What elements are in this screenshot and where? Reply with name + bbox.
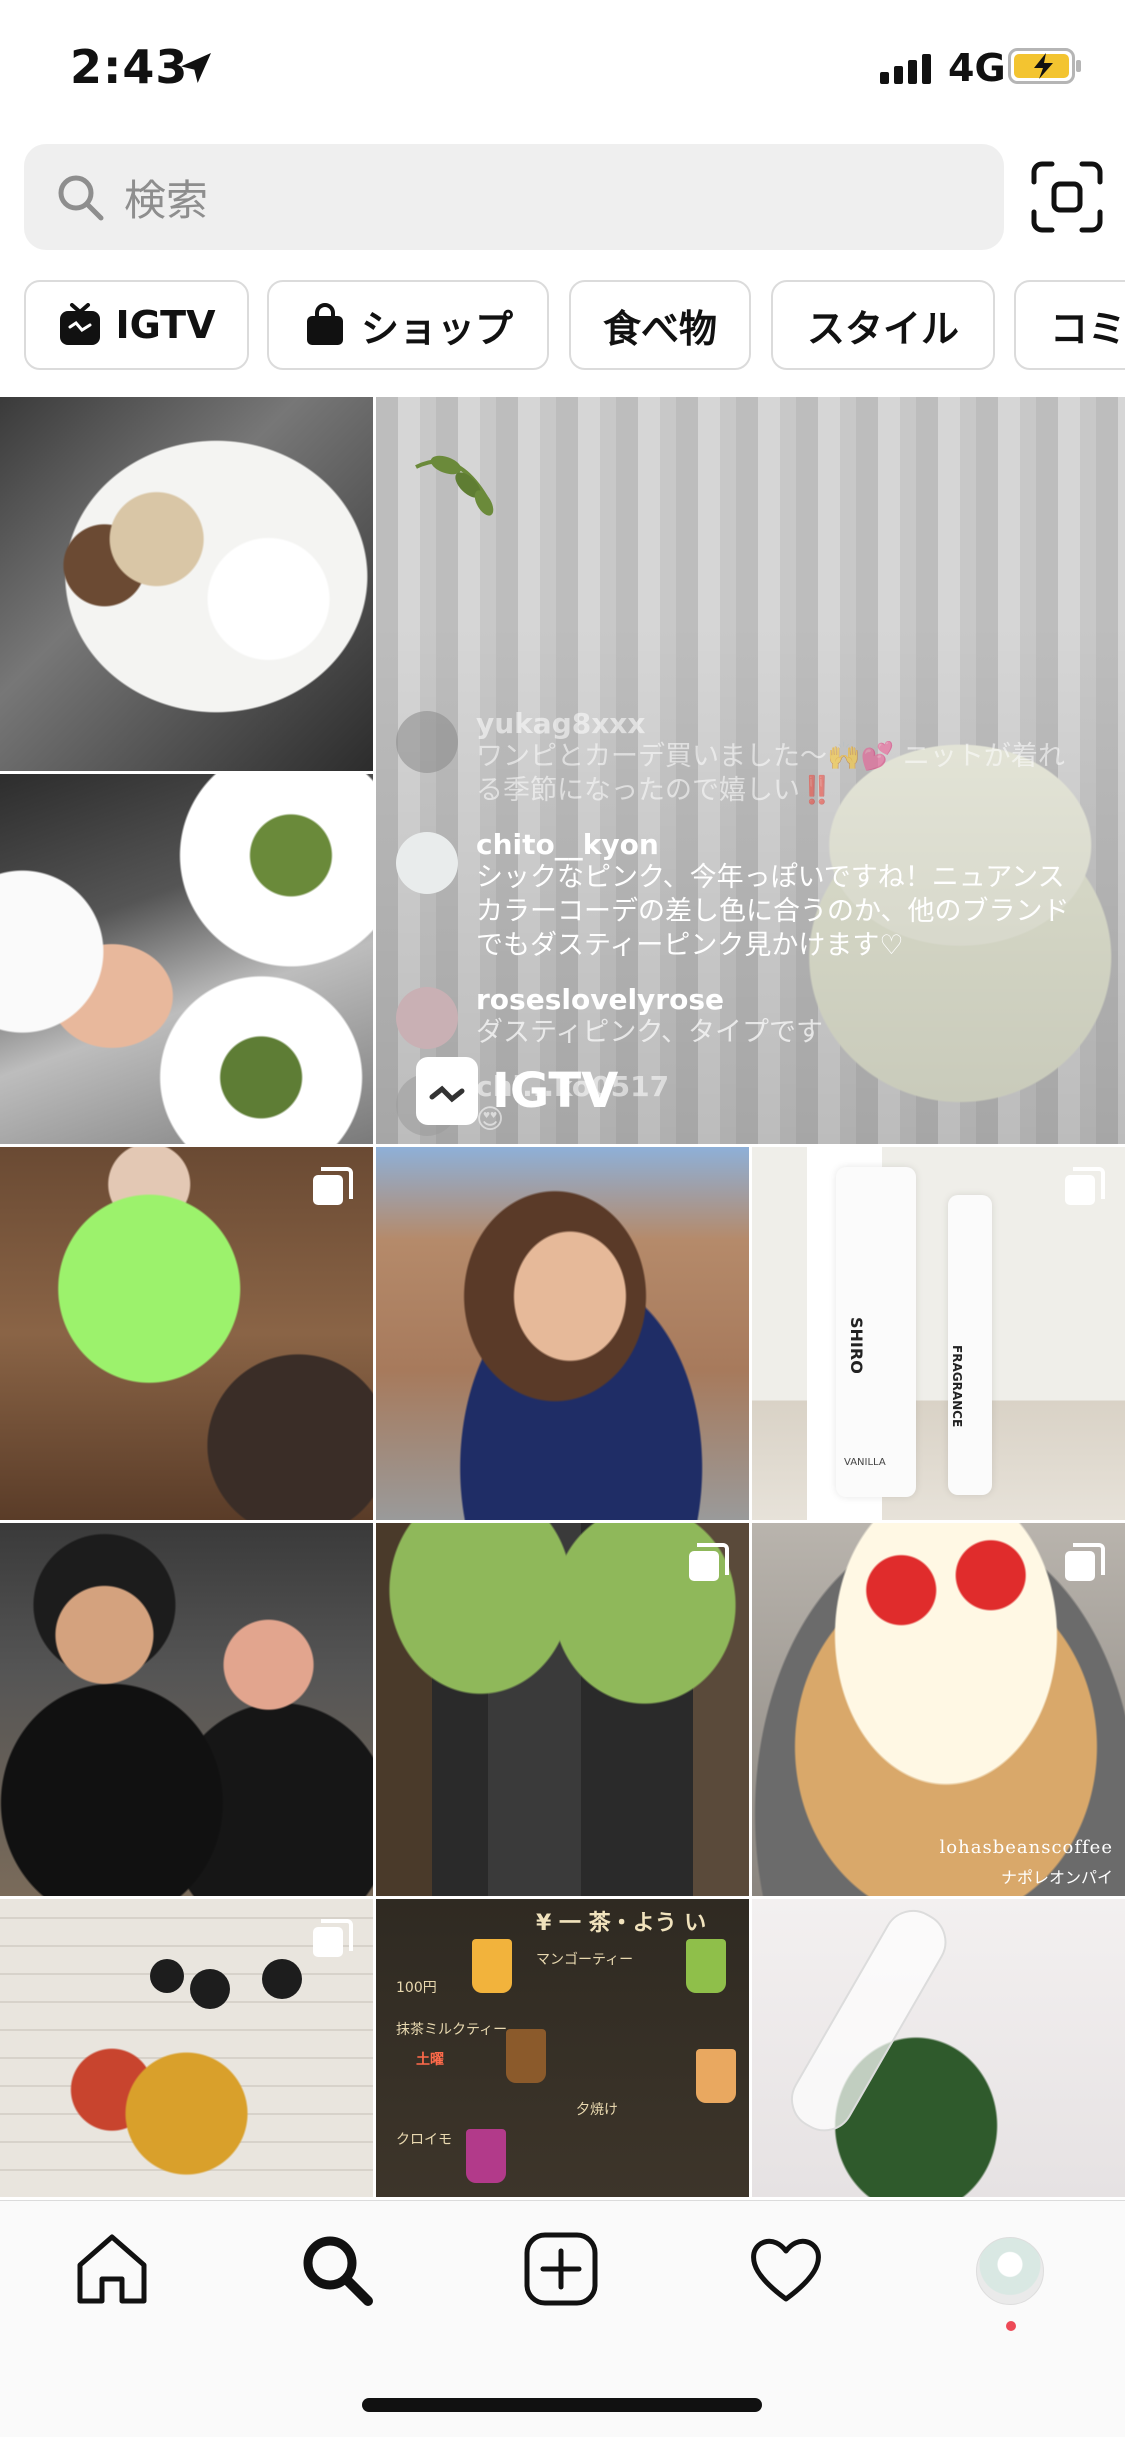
comment-row: yukag8xxx ワンピとカーデ買いました〜🙌💕 ニットが着れる季節になったの… — [396, 707, 1076, 808]
chip-style[interactable]: スタイル — [771, 280, 995, 370]
menu-item: 抹茶ミルクティー — [396, 2022, 508, 2038]
watermark-text: lohasbeanscoffee — [939, 1837, 1113, 1858]
explore-post-cafe-table[interactable] — [0, 397, 373, 771]
home-indicator[interactable] — [362, 2398, 762, 2412]
explore-grid: yukag8xxx ワンピとカーデ買いました〜🙌💕 ニットが着れる季節になったの… — [0, 397, 1125, 2197]
multiple-photos-icon — [313, 1167, 353, 1205]
chip-shop[interactable]: ショップ — [267, 280, 549, 370]
tab-new-post[interactable] — [521, 2229, 601, 2309]
menu-header: ¥ 一 茶・よう い — [536, 1911, 707, 1936]
explore-post-handmade-charm[interactable] — [752, 1899, 1125, 2197]
menu-item: 土曜 — [416, 2052, 444, 2068]
drink-cup — [696, 2049, 736, 2103]
battery-charging-icon — [1008, 48, 1081, 84]
menu-item: 夕焼け — [576, 2102, 618, 2118]
chip-label: スタイル — [806, 306, 959, 351]
comment-text: ワンピとカーデ買いました〜🙌💕 ニットが着れる季節になったので嬉しい‼️ — [476, 741, 1065, 806]
chip-igtv[interactable]: IGTV — [24, 280, 249, 370]
comment-text: シックなピンク、今年っぽいですね！ニュアンスカラーコーデの差し色に合うのか、他の… — [476, 862, 1070, 961]
variant-label: VANILLA — [844, 1457, 886, 1468]
explore-post-green-knit[interactable] — [0, 1147, 373, 1520]
comment-username: yukag8xxx — [476, 707, 646, 740]
chip-label: コミ — [1050, 306, 1125, 351]
avatar — [396, 987, 458, 1049]
multiple-photos-icon — [1065, 1543, 1105, 1581]
network-type: 4G — [948, 46, 1006, 90]
clock-time: 2:43 — [70, 40, 189, 94]
home-icon — [77, 2234, 147, 2304]
tab-profile-avatar[interactable] — [976, 2237, 1044, 2305]
multiple-photos-icon — [689, 1543, 729, 1581]
drink-cup — [466, 2129, 506, 2183]
activity-heart-icon — [751, 2238, 821, 2302]
avatar — [396, 711, 458, 773]
cellular-signal-icon — [880, 52, 931, 84]
search-placeholder: 検索 — [124, 175, 209, 225]
igtv-badge: IGTV — [416, 1057, 618, 1125]
perfume-rollerball: FRAGRANCE — [948, 1195, 992, 1495]
search-input[interactable]: 検索 — [24, 144, 1004, 250]
drink-cup — [686, 1939, 726, 1993]
explore-post-drink-menu[interactable]: ¥ 一 茶・よう い マンゴーティー 100円 抹茶ミルクティー 土曜 夕焼け … — [376, 1899, 749, 2197]
tab-activity[interactable] — [746, 2229, 826, 2309]
menu-item: マンゴーティー — [536, 1952, 634, 1968]
multiple-photos-icon — [313, 1919, 353, 1957]
hanging-pan — [150, 1959, 184, 1993]
avatar — [396, 832, 458, 894]
explore-post-matcha-crepes[interactable] — [376, 1523, 749, 1896]
notification-dot — [1006, 2321, 1016, 2331]
perfume-bottle: SHIRO VANILLA — [836, 1167, 916, 1497]
multiple-photos-icon — [1065, 1167, 1105, 1205]
explore-igtv-video[interactable]: yukag8xxx ワンピとカーデ買いました〜🙌💕 ニットが着れる季節になったの… — [376, 397, 1125, 1144]
menu-item: 100円 — [396, 1980, 437, 1996]
tab-home[interactable] — [72, 2229, 152, 2309]
comment-username: chito__kyon — [476, 828, 659, 861]
new-post-icon — [524, 2232, 598, 2306]
explore-post-portrait[interactable] — [376, 1147, 749, 1520]
photo-watermark: lohasbeanscoffee ナポレオンパイ — [940, 1837, 1113, 1888]
comment-row: roseslovelyrose ダスティピンク、タイプです — [396, 983, 1076, 1050]
igtv-icon — [59, 303, 100, 345]
chip-label: 食べ物 — [602, 306, 717, 351]
chip-comics[interactable]: コミ — [1014, 280, 1125, 370]
topic-chips: IGTV ショップ 食べ物 スタイル コミ — [24, 280, 1125, 374]
scan-qr-icon[interactable] — [1030, 160, 1104, 234]
comment-username: roseslovelyrose — [476, 983, 724, 1016]
search-icon — [58, 175, 104, 221]
drink-cup — [472, 1939, 512, 1993]
brand-label: SHIRO — [847, 1317, 866, 1374]
brand-sub-label: FRAGRANCE — [950, 1345, 964, 1428]
comment-text: ダスティピンク、タイプです — [476, 1017, 823, 1048]
explore-post-shiro-perfume[interactable]: SHIRO VANILLA FRAGRANCE — [752, 1147, 1125, 1520]
chip-food[interactable]: 食べ物 — [569, 280, 751, 370]
hanging-pan — [190, 1969, 230, 2009]
search-icon — [303, 2236, 373, 2306]
igtv-label: IGTV — [492, 1063, 619, 1119]
hanging-pan — [262, 1959, 302, 1999]
watermark-subtext: ナポレオンパイ — [1000, 1868, 1113, 1887]
igtv-logo-icon — [416, 1057, 478, 1125]
explore-post-kitchen[interactable] — [0, 1899, 373, 2197]
shopping-bag-icon — [306, 303, 343, 345]
explore-post-salad-plates[interactable] — [0, 774, 373, 1144]
explore-post-strawberry-cake[interactable]: lohasbeanscoffee ナポレオンパイ — [752, 1523, 1125, 1896]
chip-label: ショップ — [360, 306, 513, 351]
chip-label: IGTV — [115, 303, 216, 347]
drink-cup — [506, 2029, 546, 2083]
status-bar: 2:43 4G — [0, 0, 1125, 140]
comment-row: chito__kyon シックなピンク、今年っぽいですね！ニュアンスカラーコーデ… — [396, 828, 1076, 963]
clear-tube — [780, 1899, 958, 2143]
menu-item: クロイモ — [396, 2132, 452, 2148]
explore-post-event-photo[interactable] — [0, 1523, 373, 1896]
location-arrow-icon — [181, 53, 211, 83]
tab-search[interactable] — [296, 2229, 376, 2309]
